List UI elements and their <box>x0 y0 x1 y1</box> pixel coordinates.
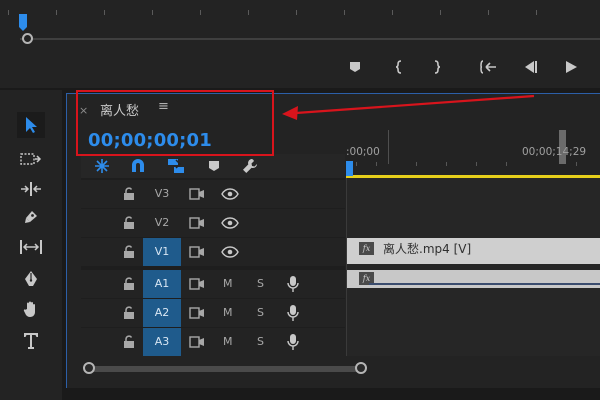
sync-lock-icon[interactable] <box>189 246 205 258</box>
snap-icon[interactable] <box>129 157 147 175</box>
microphone-icon[interactable] <box>287 333 299 351</box>
ruler-label-end: 00;00;14;29 <box>522 146 587 158</box>
marker-icon[interactable] <box>344 56 366 78</box>
ruler-label-start: :00;00 <box>346 146 380 158</box>
fx-badge: fx <box>359 242 374 255</box>
audio-waveform <box>369 283 600 285</box>
sync-lock-icon[interactable] <box>189 278 205 290</box>
sync-lock-icon[interactable] <box>189 217 205 229</box>
zoom-handle-left[interactable] <box>83 362 95 374</box>
track-headers: V3 V2 V1 A1 M S A2 M S A3 M S <box>81 178 345 356</box>
sync-lock-icon[interactable] <box>189 188 205 200</box>
ruler-marker-line <box>388 130 389 164</box>
solo-button[interactable]: S <box>257 277 264 290</box>
track-header-v1: V1 <box>81 238 345 266</box>
lock-icon[interactable] <box>123 216 135 230</box>
mute-button[interactable]: M <box>223 277 233 290</box>
monitor-playhead[interactable] <box>19 14 27 31</box>
track-target-a1[interactable]: A1 <box>143 270 181 298</box>
type-icon[interactable] <box>17 328 45 354</box>
track-target-v2[interactable]: V2 <box>143 209 181 237</box>
lock-icon[interactable] <box>123 277 135 291</box>
solo-button[interactable]: S <box>257 306 264 319</box>
mark-out-icon[interactable] <box>426 56 448 78</box>
timeline-playhead[interactable] <box>346 161 353 176</box>
slip-icon[interactable] <box>17 234 45 260</box>
video-clip-label: 离人愁.mp4 [V] <box>383 242 472 256</box>
ripple-edit-icon[interactable] <box>17 176 45 202</box>
track-header-a1: A1 M S <box>81 270 345 298</box>
mark-in-icon[interactable] <box>388 56 410 78</box>
monitor-zoom-bar[interactable] <box>20 38 600 40</box>
eye-icon[interactable] <box>221 188 239 200</box>
lock-icon[interactable] <box>123 306 135 320</box>
video-clip[interactable]: fx 离人愁.mp4 [V] <box>347 238 600 264</box>
play-icon[interactable] <box>560 56 582 78</box>
hand-icon[interactable] <box>17 296 45 322</box>
sync-lock-icon[interactable] <box>189 336 205 348</box>
microphone-icon[interactable] <box>287 275 299 293</box>
track-target-v3[interactable]: V3 <box>143 180 181 208</box>
monitor-time-ruler[interactable] <box>8 8 600 30</box>
zoom-scroll-track[interactable] <box>89 366 361 372</box>
annotation-highlight-box <box>76 90 274 156</box>
sync-lock-icon[interactable] <box>189 307 205 319</box>
track-header-v2: V2 <box>81 209 345 237</box>
tools-panel <box>0 90 62 400</box>
audio-clip[interactable]: fx <box>347 270 600 288</box>
eye-icon[interactable] <box>221 246 239 258</box>
timeline-track-area[interactable]: fx 离人愁.mp4 [V] fx <box>346 178 600 356</box>
track-select-icon[interactable] <box>17 146 45 172</box>
selection-arrow-icon[interactable] <box>17 112 45 138</box>
solo-button[interactable]: S <box>257 335 264 348</box>
pen-icon[interactable] <box>17 266 45 292</box>
timeline-zoom-scrollbar[interactable] <box>67 356 600 388</box>
track-target-a2[interactable]: A2 <box>143 299 181 327</box>
track-target-a3[interactable]: A3 <box>143 328 181 356</box>
microphone-icon[interactable] <box>287 304 299 322</box>
wrench-settings-icon[interactable] <box>241 157 259 175</box>
track-header-v3: V3 <box>81 180 345 208</box>
track-target-v1[interactable]: V1 <box>143 238 181 266</box>
nest-sequence-icon[interactable] <box>93 157 111 175</box>
eye-icon[interactable] <box>221 217 239 229</box>
zoom-handle-right[interactable] <box>355 362 367 374</box>
razor-icon[interactable] <box>17 204 45 230</box>
go-to-in-icon[interactable] <box>478 56 500 78</box>
track-header-a2: A2 M S <box>81 299 345 327</box>
linked-selection-icon[interactable] <box>167 157 185 175</box>
lock-icon[interactable] <box>123 187 135 201</box>
lock-icon[interactable] <box>123 335 135 349</box>
timeline-time-ruler[interactable]: :00;00 00;00;14;29 <box>346 130 600 178</box>
step-back-icon[interactable] <box>520 56 542 78</box>
track-header-a3: A3 M S <box>81 328 345 356</box>
timeline-toolbar <box>81 154 345 178</box>
transport-controls <box>0 52 600 82</box>
mute-button[interactable]: M <box>223 306 233 319</box>
add-marker-icon[interactable] <box>205 157 223 175</box>
mute-button[interactable]: M <box>223 335 233 348</box>
monitor-zoom-handle[interactable] <box>22 33 33 44</box>
program-monitor <box>0 0 600 88</box>
lock-icon[interactable] <box>123 245 135 259</box>
